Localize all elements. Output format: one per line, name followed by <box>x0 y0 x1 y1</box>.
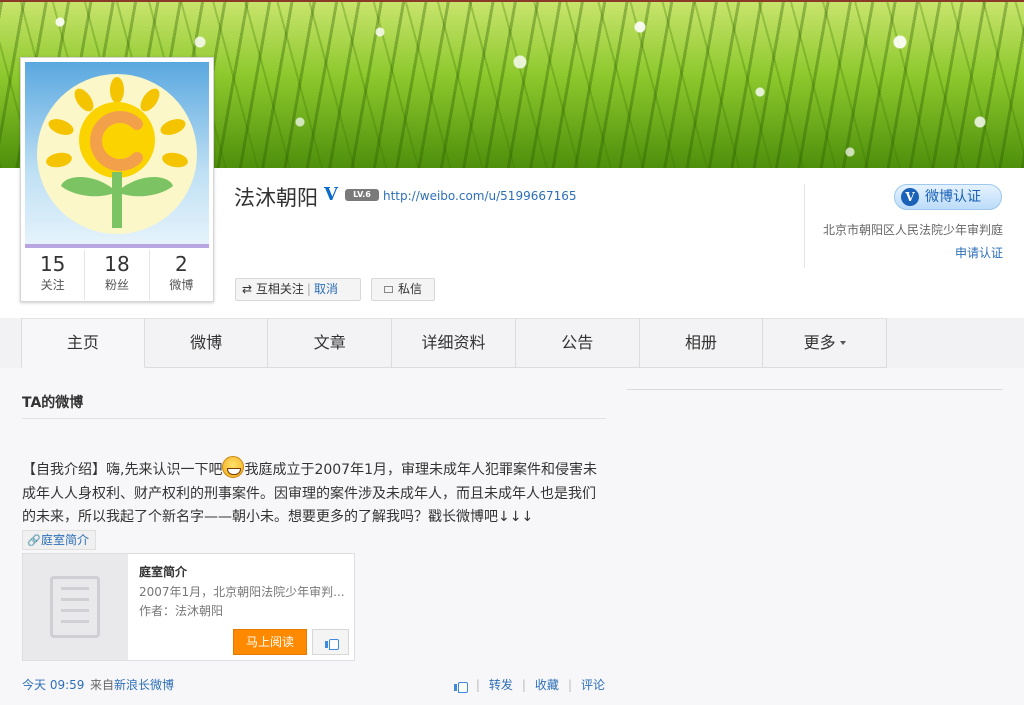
stat-posts[interactable]: 2 微博 <box>150 250 213 300</box>
article-card[interactable]: 庭室简介 2007年1月，北京朝阳法院少年审判... 作者：法沐朝阳 马上阅读 <box>22 553 355 661</box>
article-description: 2007年1月，北京朝阳法院少年审判... <box>139 585 345 599</box>
section-title: TA的微博 <box>22 395 84 411</box>
divider: | <box>306 282 311 296</box>
long-weibo-link[interactable]: 🔗庭室简介 <box>22 529 97 550</box>
stat-number: 2 <box>174 252 188 276</box>
favorite-button[interactable]: 收藏 <box>535 676 559 693</box>
follow-status-label: 互相关注 <box>255 282 304 296</box>
post-source: 来自新浪长微博 <box>90 676 174 693</box>
weibo-verify-badge[interactable]: V 微博认证 <box>894 184 1002 210</box>
link-label: 庭室简介 <box>41 532 90 547</box>
divider: | <box>475 677 480 692</box>
divider: | <box>521 677 526 692</box>
more-label: 更多 <box>803 333 836 352</box>
tab-announcements[interactable]: 公告 <box>515 318 640 368</box>
tab-home[interactable]: 主页 <box>21 318 145 368</box>
post-text: 【自我介绍】嗨,先来认识一下吧 我庭成立于2007年1月，审理未成年人犯罪案件和侵… <box>22 456 606 553</box>
article-like-button[interactable] <box>312 629 349 655</box>
document-icon <box>50 576 100 638</box>
post-actions: | 转发 | 收藏 | 评论 <box>453 676 605 693</box>
sidebar-divider <box>627 389 1003 390</box>
profile-tabs: 主页 微博 文章 详细资料 公告 相册 更多 <box>21 318 888 368</box>
stat-number: 15 <box>39 252 66 276</box>
tab-articles[interactable]: 文章 <box>268 318 393 368</box>
post-text-part1: 【自我介绍】嗨,先来认识一下吧 <box>22 462 223 478</box>
stat-label: 关注 <box>40 278 65 292</box>
thumbs-up-icon <box>325 636 339 650</box>
avatar[interactable] <box>25 62 209 248</box>
verify-description: 北京市朝阳区人民法院少年审判庭 <box>822 223 1003 237</box>
stat-following[interactable]: 15 关注 <box>21 250 86 300</box>
article-author: 作者：法沐朝阳 <box>139 604 224 618</box>
section-divider <box>22 418 606 419</box>
post-timestamp[interactable]: 今天 09:59 <box>22 676 84 693</box>
tab-weibo[interactable]: 微博 <box>144 318 269 368</box>
verify-label: 微博认证 <box>925 189 981 205</box>
verify-v-icon: V <box>901 188 919 206</box>
swap-arrows-icon: ⇄ <box>242 282 253 296</box>
profile-url-link[interactable]: http://weibo.com/u/5199667165 <box>383 189 577 203</box>
source-link[interactable]: 新浪长微博 <box>114 678 174 692</box>
mutual-follow-button[interactable]: ⇄ 互相关注 | 取消 <box>235 278 361 301</box>
sun-flower-logo-icon <box>37 74 197 234</box>
stat-followers[interactable]: 18 粉丝 <box>85 250 150 300</box>
divider: | <box>567 677 572 692</box>
tab-album[interactable]: 相册 <box>639 318 764 368</box>
profile-stats: 15 关注 18 粉丝 2 微博 <box>21 250 213 300</box>
apply-verify-link[interactable]: 申请认证 <box>955 244 1003 261</box>
message-label: 私信 <box>397 282 422 296</box>
stat-label: 粉丝 <box>104 278 129 292</box>
unfollow-link[interactable]: 取消 <box>314 282 338 296</box>
tab-details[interactable]: 详细资料 <box>392 318 516 368</box>
tab-more[interactable]: 更多 <box>763 318 888 368</box>
comment-button[interactable]: 评论 <box>581 676 605 693</box>
article-thumbnail <box>23 554 128 660</box>
link-icon: 🔗 <box>27 533 41 547</box>
envelope-icon <box>383 286 393 293</box>
read-now-button[interactable]: 马上阅读 <box>233 629 307 655</box>
like-thumbs-up-icon[interactable] <box>453 679 468 693</box>
stat-label: 微博 <box>169 278 194 292</box>
source-prefix: 来自 <box>90 678 115 692</box>
grin-emoji-icon <box>222 456 245 478</box>
avatar-card: 15 关注 18 粉丝 2 微博 <box>20 57 214 302</box>
caret-down-icon <box>839 341 846 345</box>
verified-v-icon[interactable]: V <box>324 186 342 204</box>
private-message-button[interactable]: 私信 <box>371 278 435 301</box>
stat-number: 18 <box>104 252 130 276</box>
repost-button[interactable]: 转发 <box>489 676 513 693</box>
level-badge[interactable]: LV.6 <box>345 189 379 201</box>
article-title[interactable]: 庭室简介 <box>139 563 187 580</box>
profile-name: 法沐朝阳 <box>234 186 318 210</box>
